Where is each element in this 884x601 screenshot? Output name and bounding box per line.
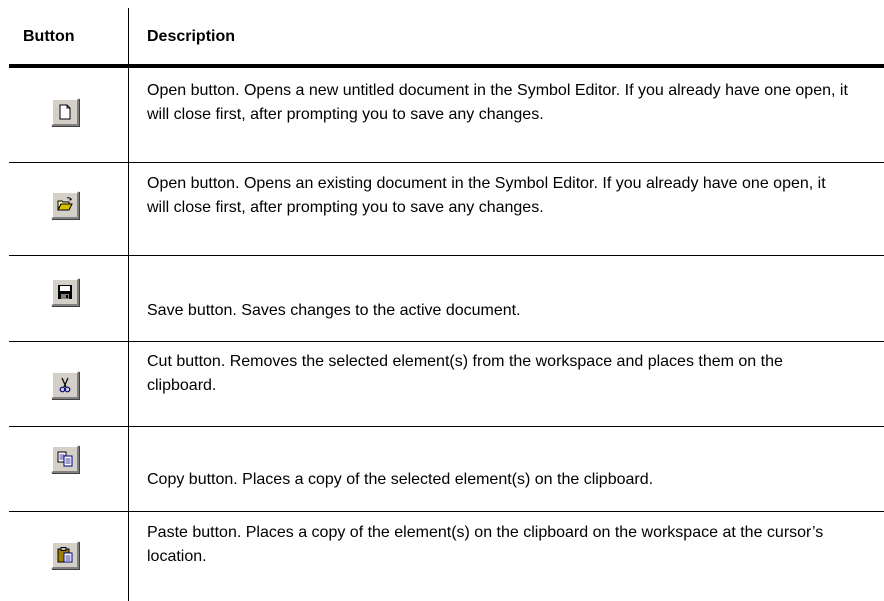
scissors-icon [59,377,71,393]
table-header: Button Description [0,0,884,68]
open-folder-icon [57,197,73,211]
open-folder-button[interactable] [51,191,79,219]
save-floppy-icon [58,285,72,299]
new-document-icon [59,104,71,120]
row-description: Save button. Saves changes to the active… [147,302,521,319]
cut-button[interactable] [51,371,79,399]
row-description: Open button. Opens a new untitled docume… [147,82,848,123]
row-description: Open button. Opens an existing document … [147,175,826,216]
row-description: Copy button. Places a copy of the select… [147,471,654,488]
paste-button[interactable] [51,541,79,569]
header-description: Description [147,28,236,45]
table-row: Paste button. Places a copy of the eleme… [0,512,884,601]
header-button: Button [23,28,75,45]
table-row: Open button. Opens an existing document … [0,163,884,256]
button-description-table: Button Description Open button. Opens a … [0,0,884,601]
save-button[interactable] [51,278,79,306]
copy-button[interactable] [51,445,79,473]
new-document-button[interactable] [51,98,79,126]
table-row: Save button. Saves changes to the active… [0,256,884,342]
table-row: Copy button. Places a copy of the select… [0,427,884,512]
table-row: Cut button. Removes the selected element… [0,342,884,427]
row-description: Cut button. Removes the selected element… [147,353,783,394]
row-description: Paste button. Places a copy of the eleme… [147,524,824,565]
copy-icon [57,451,73,467]
table-row: Open button. Opens a new untitled docume… [0,68,884,163]
paste-clipboard-icon [57,547,73,563]
